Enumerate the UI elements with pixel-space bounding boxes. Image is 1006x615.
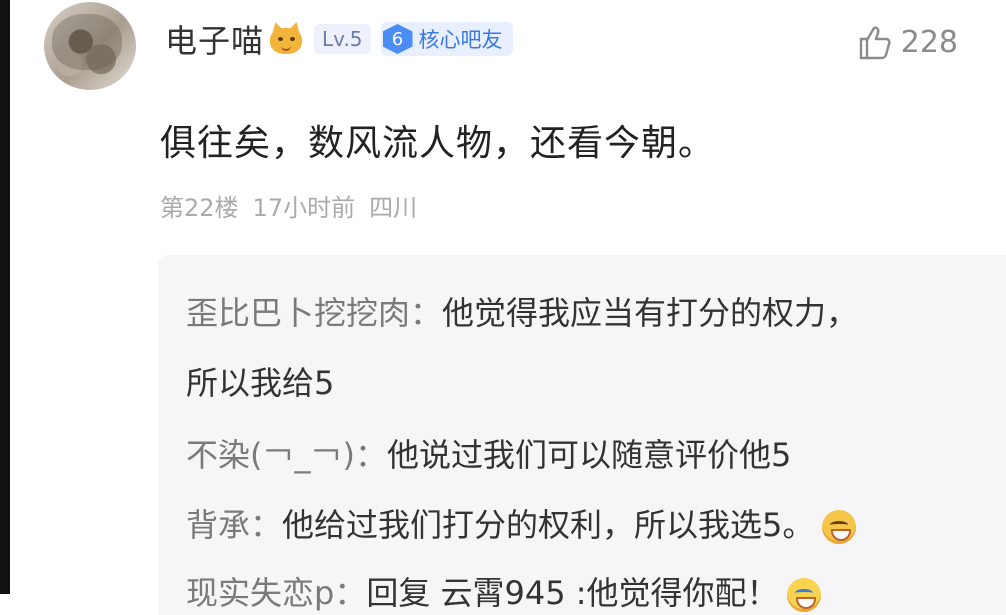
reply-author[interactable]: 现实失恋p： — [186, 574, 366, 612]
location: 四川 — [369, 194, 418, 222]
left-edge-strip — [0, 0, 10, 594]
reply-author[interactable]: 背承： — [186, 506, 282, 544]
cat-face-icon — [268, 20, 304, 56]
reply-author[interactable]: 歪比巴卜挖挖肉： — [186, 294, 442, 332]
avatar[interactable] — [44, 2, 136, 90]
reply-text: 他说过我们可以随意评价他5 — [386, 436, 792, 474]
crying-laughing-emoji-icon — [786, 578, 821, 612]
level-badge: Lv.5 — [314, 24, 371, 54]
floor-number: 第22楼 — [160, 194, 239, 222]
member-label: 核心吧友 — [418, 28, 503, 52]
member-level-icon: 6 — [382, 24, 413, 54]
reply-item[interactable]: 背承：他给过我们打分的权利，所以我选5。 — [186, 500, 857, 546]
reply-text: 回复 云霄945 :他觉得你配！ — [366, 574, 779, 612]
comment-meta: 第22楼 17小时前 四川 — [160, 188, 417, 223]
user-header: 电子喵 Lv.5 6 核心吧友 — [165, 14, 513, 64]
reply-text: 他给过我们打分的权利，所以我选5。 — [282, 506, 815, 544]
member-badge[interactable]: 6 核心吧友 — [380, 22, 513, 56]
comment-content: 俱往矣，数风流人物，还看今朝。 — [160, 123, 716, 164]
reply-item-continued: 所以我给5 — [186, 358, 334, 404]
reply-item[interactable]: 现实失恋p：回复 云霄945 :他觉得你配！ — [186, 568, 821, 614]
reply-item[interactable]: 歪比巴卜挖挖肉：他觉得我应当有打分的权力， — [186, 288, 858, 334]
reply-text: 他觉得我应当有打分的权力， — [442, 294, 859, 332]
post-time: 17小时前 — [252, 194, 356, 222]
thumbs-up-icon — [859, 26, 891, 60]
reply-text: 所以我给5 — [186, 364, 335, 402]
reply-item[interactable]: 不染(￢_￢)：他说过我们可以随意评价他5 — [186, 430, 791, 476]
like-button[interactable]: 228 — [855, 22, 958, 62]
laughing-emoji-icon — [822, 510, 857, 544]
username[interactable]: 电子喵 — [165, 16, 264, 62]
like-count: 228 — [900, 24, 958, 60]
reply-author[interactable]: 不染(￢_￢)： — [186, 436, 387, 474]
